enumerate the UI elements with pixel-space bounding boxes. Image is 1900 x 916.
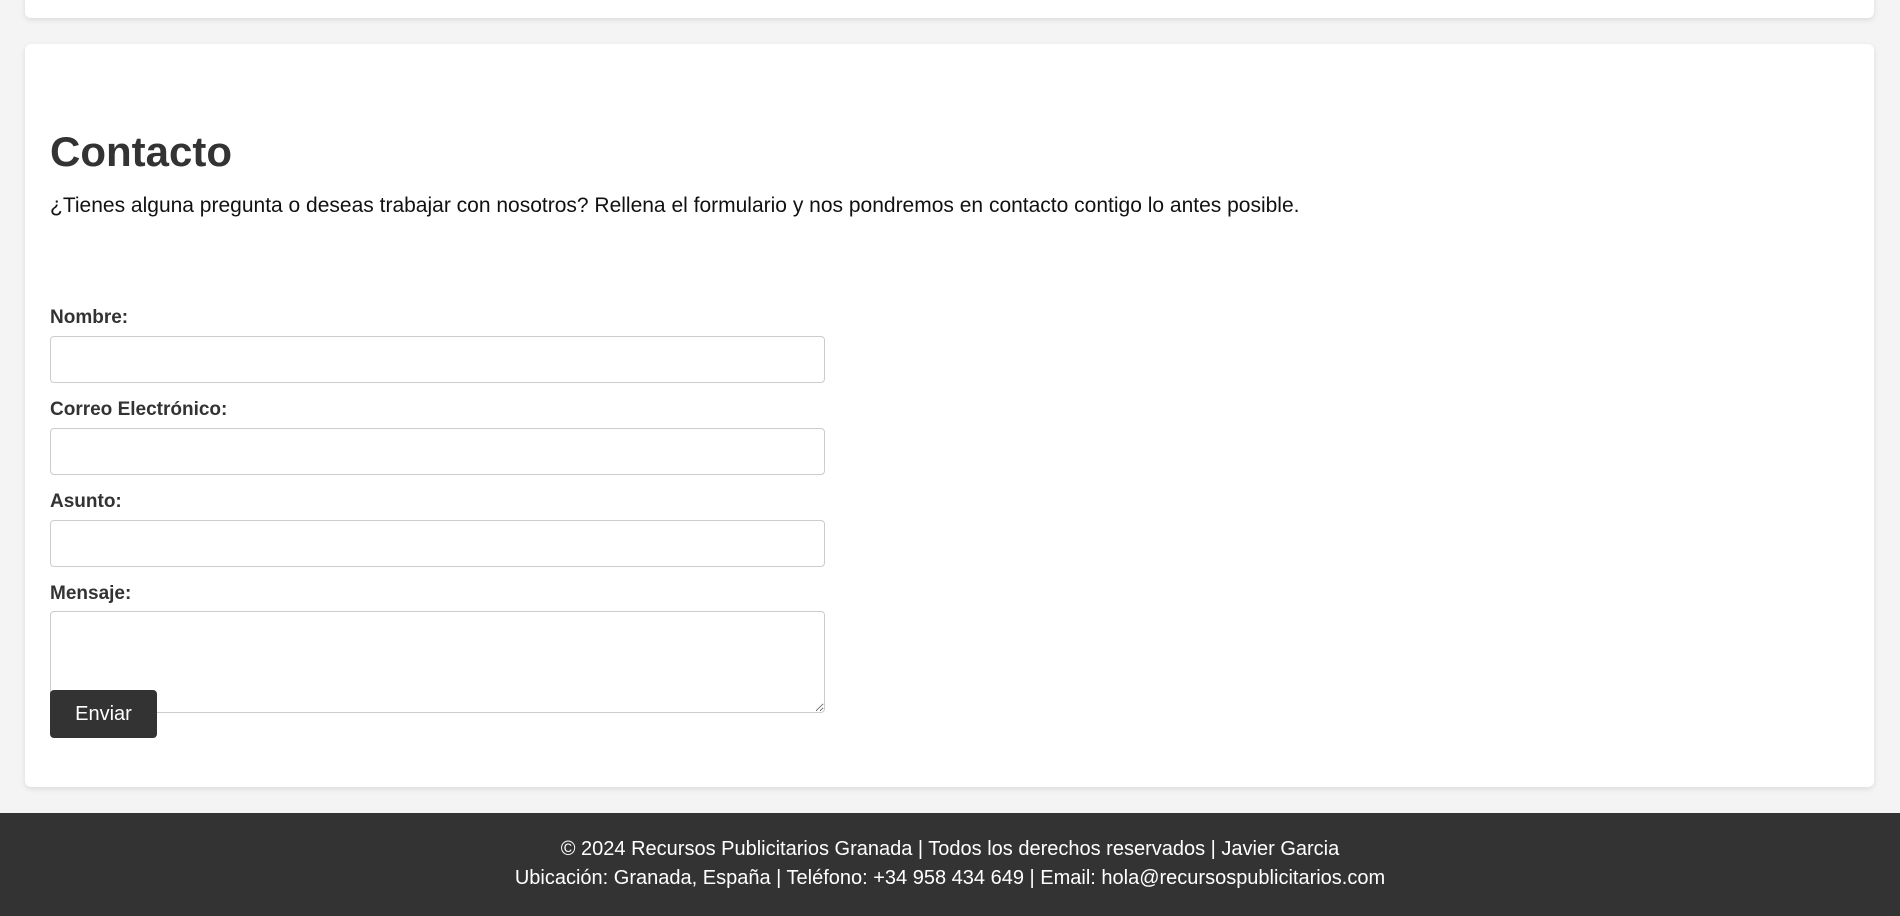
contact-title: Contacto [50, 128, 232, 175]
message-label: Mensaje: [50, 583, 132, 604]
subject-input[interactable] [50, 520, 825, 567]
name-label: Nombre: [50, 307, 129, 328]
footer-contact-info: Ubicación: Granada, España | Teléfono: +… [514, 867, 1386, 889]
contact-intro-text: ¿Tienes alguna pregunta o deseas trabaja… [50, 194, 1300, 217]
page: Contacto ¿Tienes alguna pregunta o desea… [0, 0, 1900, 916]
email-label: Correo Electrónico: [50, 399, 228, 420]
previous-section-card [25, 0, 1874, 18]
footer-copyright: © 2024 Recursos Publicitarios Granada | … [560, 838, 1340, 860]
email-input[interactable] [50, 428, 825, 475]
contact-section: Contacto ¿Tienes alguna pregunta o desea… [25, 44, 1874, 787]
site-footer: © 2024 Recursos Publicitarios Granada | … [0, 813, 1900, 916]
name-input[interactable] [50, 336, 825, 383]
subject-label: Asunto: [50, 491, 122, 512]
send-button[interactable]: Enviar [50, 690, 157, 738]
message-textarea[interactable] [50, 611, 825, 713]
